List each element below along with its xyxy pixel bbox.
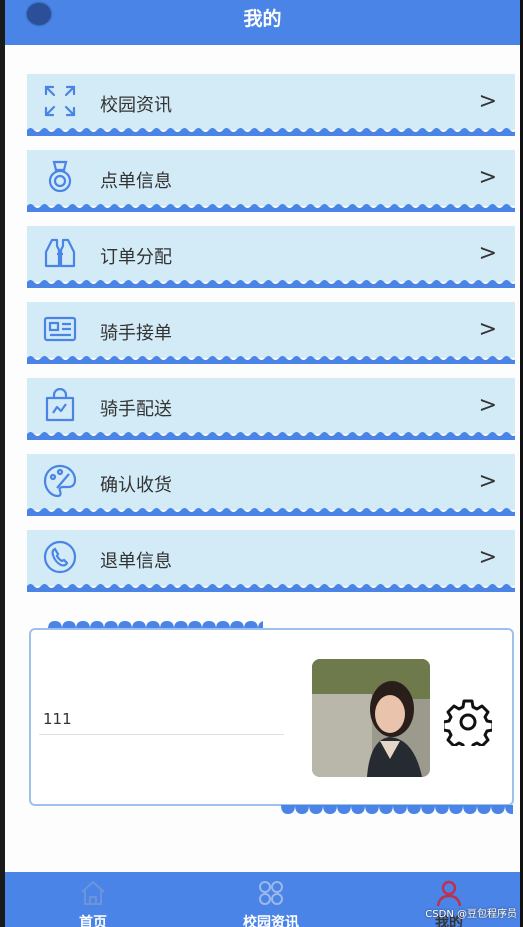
tab-home[interactable]: 首页	[33, 872, 153, 927]
menu-item-rider-accept[interactable]: 骑手接单 >	[27, 302, 515, 364]
grid-icon	[259, 881, 283, 905]
menu-item-label: 骑手接单	[100, 323, 172, 344]
wave-border	[27, 278, 515, 288]
menu-item-refund-info[interactable]: 退单信息 >	[27, 530, 515, 592]
medal-icon	[48, 160, 72, 193]
chevron-right-icon: >	[478, 317, 497, 342]
profile-value: 111	[43, 710, 72, 728]
watermark: CSDN @豆包程序员	[425, 909, 517, 920]
menu-item-label: 订单分配	[100, 247, 172, 268]
chevron-right-icon: >	[478, 165, 497, 190]
tab-label: 校园资讯	[243, 915, 299, 927]
avatar[interactable]	[312, 659, 430, 777]
chevron-right-icon: >	[478, 89, 497, 114]
menu-item-label: 确认收货	[100, 475, 172, 496]
top-header: 我的	[5, 0, 520, 45]
chevron-right-icon: >	[478, 545, 497, 570]
chevron-right-icon: >	[478, 393, 497, 418]
menu-item-confirm-receipt[interactable]: 确认收货 >	[27, 454, 515, 516]
tab-campus-news[interactable]: 校园资讯	[211, 872, 331, 927]
gear-icon[interactable]	[444, 698, 492, 746]
wave-border	[27, 126, 515, 136]
menu-item-order-info[interactable]: 点单信息 >	[27, 150, 515, 212]
id-card-icon	[43, 316, 77, 342]
card-wave-bottom	[281, 805, 513, 814]
shopping-bag-icon	[45, 388, 75, 422]
menu-item-label: 校园资讯	[100, 95, 172, 116]
wave-border	[27, 506, 515, 516]
home-icon	[81, 880, 105, 905]
menu-item-label: 点单信息	[100, 171, 172, 192]
wave-border	[27, 430, 515, 440]
phone-icon	[43, 540, 77, 574]
chevron-right-icon: >	[478, 241, 497, 266]
expand-icon	[44, 85, 76, 117]
wave-border	[27, 582, 515, 592]
tab-label: 首页	[79, 915, 107, 927]
chevron-right-icon: >	[478, 469, 497, 494]
menu-item-rider-delivery[interactable]: 骑手配送 >	[27, 378, 515, 440]
left-edge-strip	[0, 0, 5, 927]
page-title: 我的	[243, 8, 282, 30]
wave-border	[27, 354, 515, 364]
binoculars-icon	[44, 238, 76, 268]
divider	[39, 734, 284, 735]
palette-icon	[43, 464, 77, 498]
menu-item-label: 骑手配送	[100, 399, 172, 420]
menu-item-campus-news[interactable]: 校园资讯 >	[27, 74, 515, 136]
menu-item-order-assignment[interactable]: 订单分配 >	[27, 226, 515, 288]
wave-border	[27, 202, 515, 212]
profile-card: 111	[29, 628, 514, 806]
menu-item-label: 退单信息	[100, 551, 172, 572]
user-icon	[436, 880, 462, 907]
